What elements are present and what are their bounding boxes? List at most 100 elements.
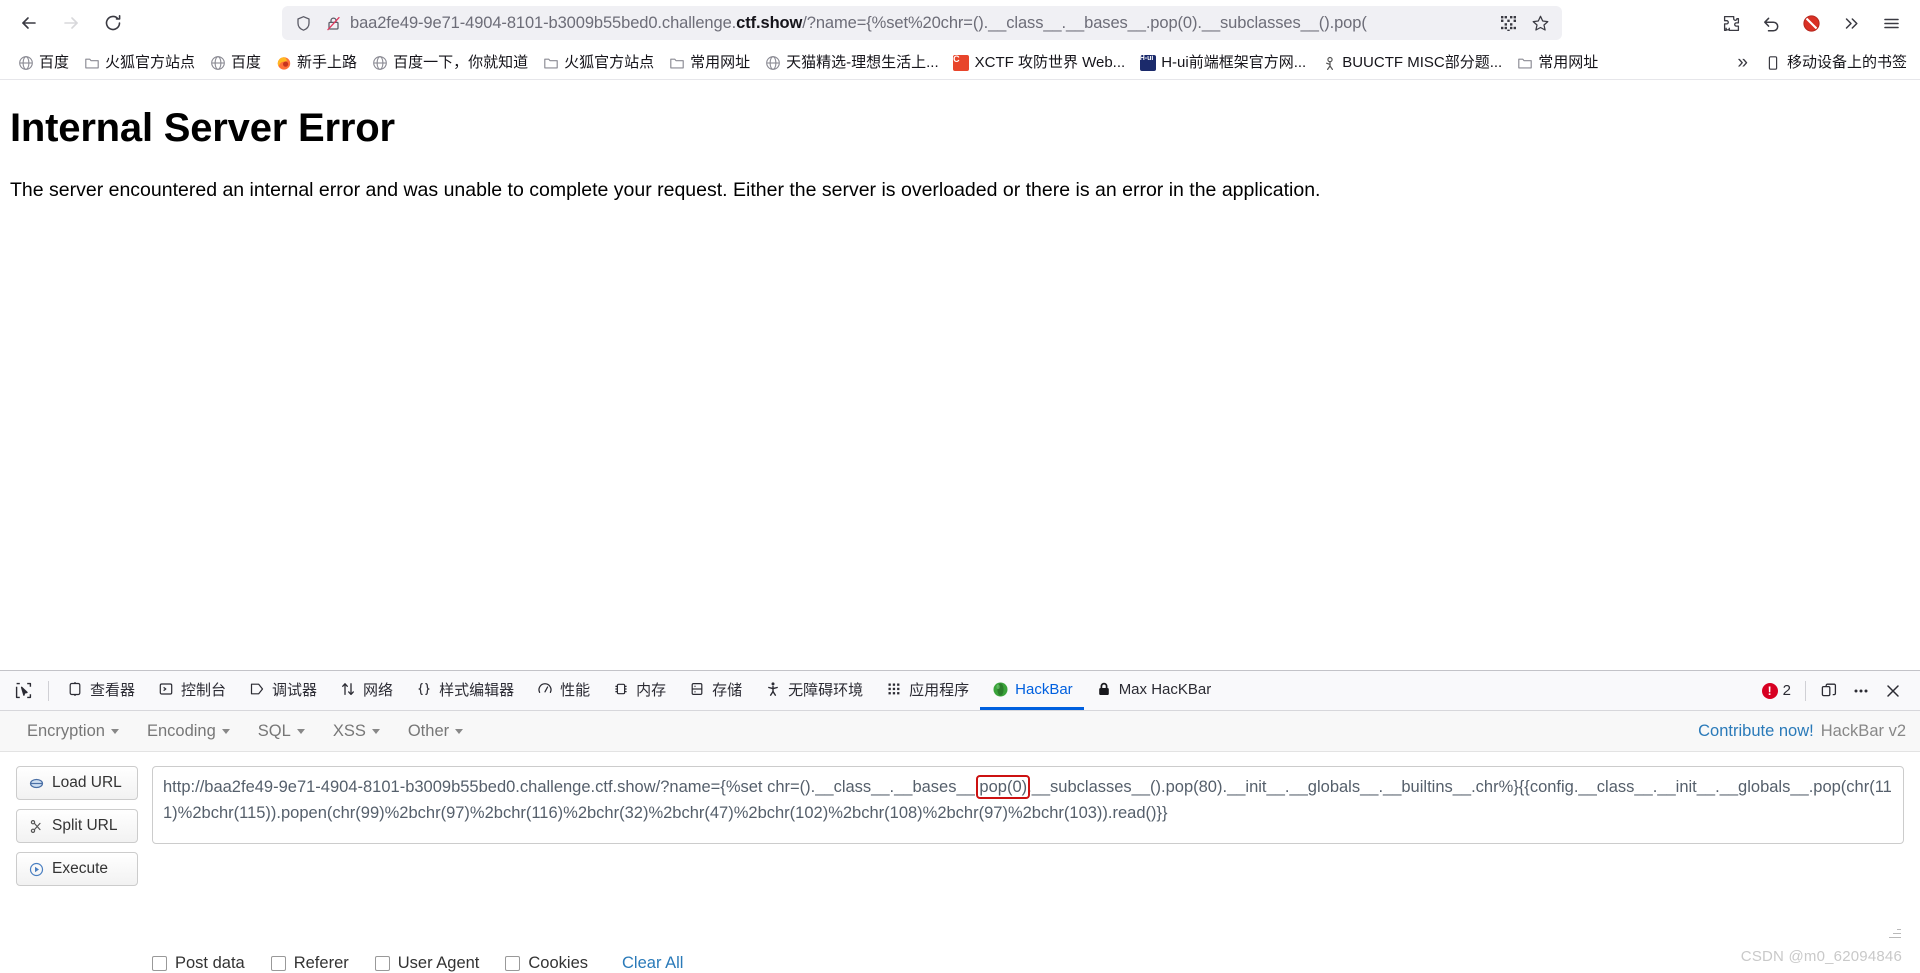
devtools-tab-performance[interactable]: 性能 [525, 671, 601, 710]
button-label: Execute [52, 860, 109, 877]
mobile-icon [1765, 54, 1782, 71]
debugger-icon [248, 680, 266, 698]
clear-all-link[interactable]: Clear All [622, 954, 683, 973]
user-agent-checkbox[interactable]: User Agent [374, 954, 479, 973]
hackbar-icon [991, 680, 1009, 698]
devtools-tab-hackbar[interactable]: HackBar [980, 671, 1084, 710]
menu-label: Other [407, 721, 450, 740]
folder-icon [1516, 54, 1533, 71]
hackbar-menu-other[interactable]: Other [395, 717, 476, 746]
checkbox-label: Referer [293, 954, 349, 972]
lock-crossed-icon[interactable] [320, 10, 346, 36]
bookmark-item[interactable]: BUUCTF MISC部分题... [1313, 51, 1509, 74]
checkbox-box[interactable] [270, 956, 286, 971]
bookmark-item[interactable]: 火狐官方站点 [535, 51, 661, 74]
hackbar-url-textarea[interactable]: http://baa2fe49-9e71-4904-8101-b3009b55b… [152, 766, 1904, 844]
error-count-badge[interactable]: ! 2 [1756, 680, 1797, 701]
devtools-tab-network[interactable]: 网络 [328, 671, 404, 710]
menu-label: Encryption [27, 721, 105, 740]
bookmark-label: 常用网址 [690, 54, 751, 71]
chevron-down-icon [110, 728, 119, 734]
tab-label: 应用程序 [909, 681, 970, 699]
checkbox-box[interactable] [505, 956, 521, 971]
puzzle-icon[interactable] [1712, 6, 1750, 40]
referer-checkbox[interactable]: Referer [270, 954, 349, 973]
devtools-tab-memory[interactable]: 内存 [601, 671, 677, 710]
mobile-bookmarks-item[interactable]: 移动设备上的书签 [1758, 51, 1914, 74]
browser-chrome: baa2fe49-9e71-4904-8101-b3009b55bed0.cha… [0, 0, 1920, 80]
shield-icon[interactable] [290, 10, 316, 36]
element-picker-icon[interactable] [6, 676, 40, 706]
bookmark-item[interactable]: 常用网址 [661, 51, 757, 74]
chevron-down-icon [371, 728, 380, 734]
bookmarks-overflow-button[interactable]: » [1727, 53, 1758, 72]
hackbar-options-row: Post data Referer User Agent Cookies Cle… [0, 942, 1920, 973]
execute-button[interactable]: Execute [16, 852, 138, 886]
dock-panel-icon[interactable] [1814, 676, 1844, 706]
bookmark-item[interactable]: 天猫精选-理想生活上... [757, 51, 946, 74]
bookmark-item[interactable]: C XCTF 攻防世界 Web... [946, 51, 1133, 74]
post-data-checkbox[interactable]: Post data [152, 954, 245, 973]
devtools-tab-application[interactable]: 应用程序 [874, 671, 980, 710]
address-bar[interactable]: baa2fe49-9e71-4904-8101-b3009b55bed0.cha… [282, 6, 1562, 40]
devtools-tab-console[interactable]: 控制台 [146, 671, 237, 710]
hackbar-menu-encryption[interactable]: Encryption [14, 717, 132, 746]
url-text[interactable]: baa2fe49-9e71-4904-8101-b3009b55bed0.cha… [350, 6, 1490, 40]
chevron-double-right-icon[interactable] [1832, 6, 1870, 40]
hamburger-menu-icon[interactable] [1872, 6, 1910, 40]
tab-label: 内存 [636, 681, 667, 699]
bookmark-item[interactable]: 百度 [202, 51, 268, 74]
bookmark-label: H-ui前端框架官方网... [1161, 54, 1307, 71]
close-icon[interactable] [1878, 676, 1908, 706]
checkbox-box[interactable] [152, 956, 167, 971]
cookies-checkbox[interactable]: Cookies [505, 954, 588, 973]
execute-play-icon [27, 860, 45, 878]
checkbox-box[interactable] [374, 956, 390, 971]
error-count-label: 2 [1782, 682, 1791, 699]
letter-c-icon: C [953, 54, 970, 71]
back-button[interactable] [10, 6, 48, 40]
hackbar-menu-encoding[interactable]: Encoding [134, 717, 243, 746]
hackbar-menu-xss[interactable]: XSS [320, 717, 393, 746]
devtools-tab-debugger[interactable]: 调试器 [237, 671, 328, 710]
devtools-tab-storage[interactable]: 存储 [677, 671, 753, 710]
textarea-resize-handle[interactable] [1887, 925, 1901, 939]
qr-code-icon[interactable] [1494, 9, 1522, 37]
bookmark-item[interactable]: 常用网址 [1509, 51, 1605, 74]
tab-label: 控制台 [181, 681, 227, 699]
split-url-button[interactable]: Split URL [16, 809, 138, 843]
star-icon[interactable] [1526, 9, 1554, 37]
reload-button[interactable] [94, 6, 132, 40]
devtools-tab-inspector[interactable]: 查看器 [55, 671, 146, 710]
globe-icon [764, 54, 781, 71]
bookmark-item[interactable]: 新手上路 [268, 51, 364, 74]
split-url-icon [27, 817, 45, 835]
load-url-button[interactable]: Load URL [16, 766, 138, 800]
bookmark-item[interactable]: 火狐官方站点 [76, 51, 202, 74]
checkbox-label: Cookies [528, 954, 589, 972]
forward-button[interactable] [52, 6, 90, 40]
bookmarks-bar: 百度 火狐官方站点 百度 新手上路 百度一下，你就知道 火狐官方站点 常用网址 … [0, 46, 1920, 80]
bookmark-item[interactable]: 百度一下，你就知道 [364, 51, 535, 74]
tab-label: 查看器 [90, 681, 136, 699]
chevron-down-icon [221, 728, 230, 734]
undo-arrow-icon[interactable] [1752, 6, 1790, 40]
inspector-icon [66, 680, 84, 698]
bookmark-label: 天猫精选-理想生活上... [786, 54, 939, 71]
contribute-link[interactable]: Contribute now! [1698, 722, 1814, 741]
tab-label: 无障碍环境 [788, 681, 864, 699]
bookmark-label: 百度 [39, 54, 70, 71]
devtools-tab-max-hackbar[interactable]: Max HacKBar [1084, 671, 1223, 710]
url-prefix: baa2fe49-9e71-4904-8101-b3009b55bed0.cha… [350, 14, 737, 32]
tab-label: 存储 [712, 681, 743, 699]
devtools-toolbar: 查看器 控制台 调试器 网络 样式编辑器 性能 内存 存储 无障碍环境 应用程序… [0, 671, 1920, 711]
devtools-tab-style-editor[interactable]: 样式编辑器 [404, 671, 525, 710]
bookmark-item[interactable]: H-ui H-ui前端框架官方网... [1132, 51, 1313, 74]
blocked-icon[interactable] [1792, 6, 1830, 40]
devtools-tab-accessibility[interactable]: 无障碍环境 [753, 671, 874, 710]
lock-icon [1095, 680, 1113, 698]
bookmark-item[interactable]: 百度 [10, 51, 76, 74]
more-options-icon[interactable] [1846, 676, 1876, 706]
toolbar-divider [48, 680, 49, 701]
hackbar-menu-sql[interactable]: SQL [245, 717, 318, 746]
